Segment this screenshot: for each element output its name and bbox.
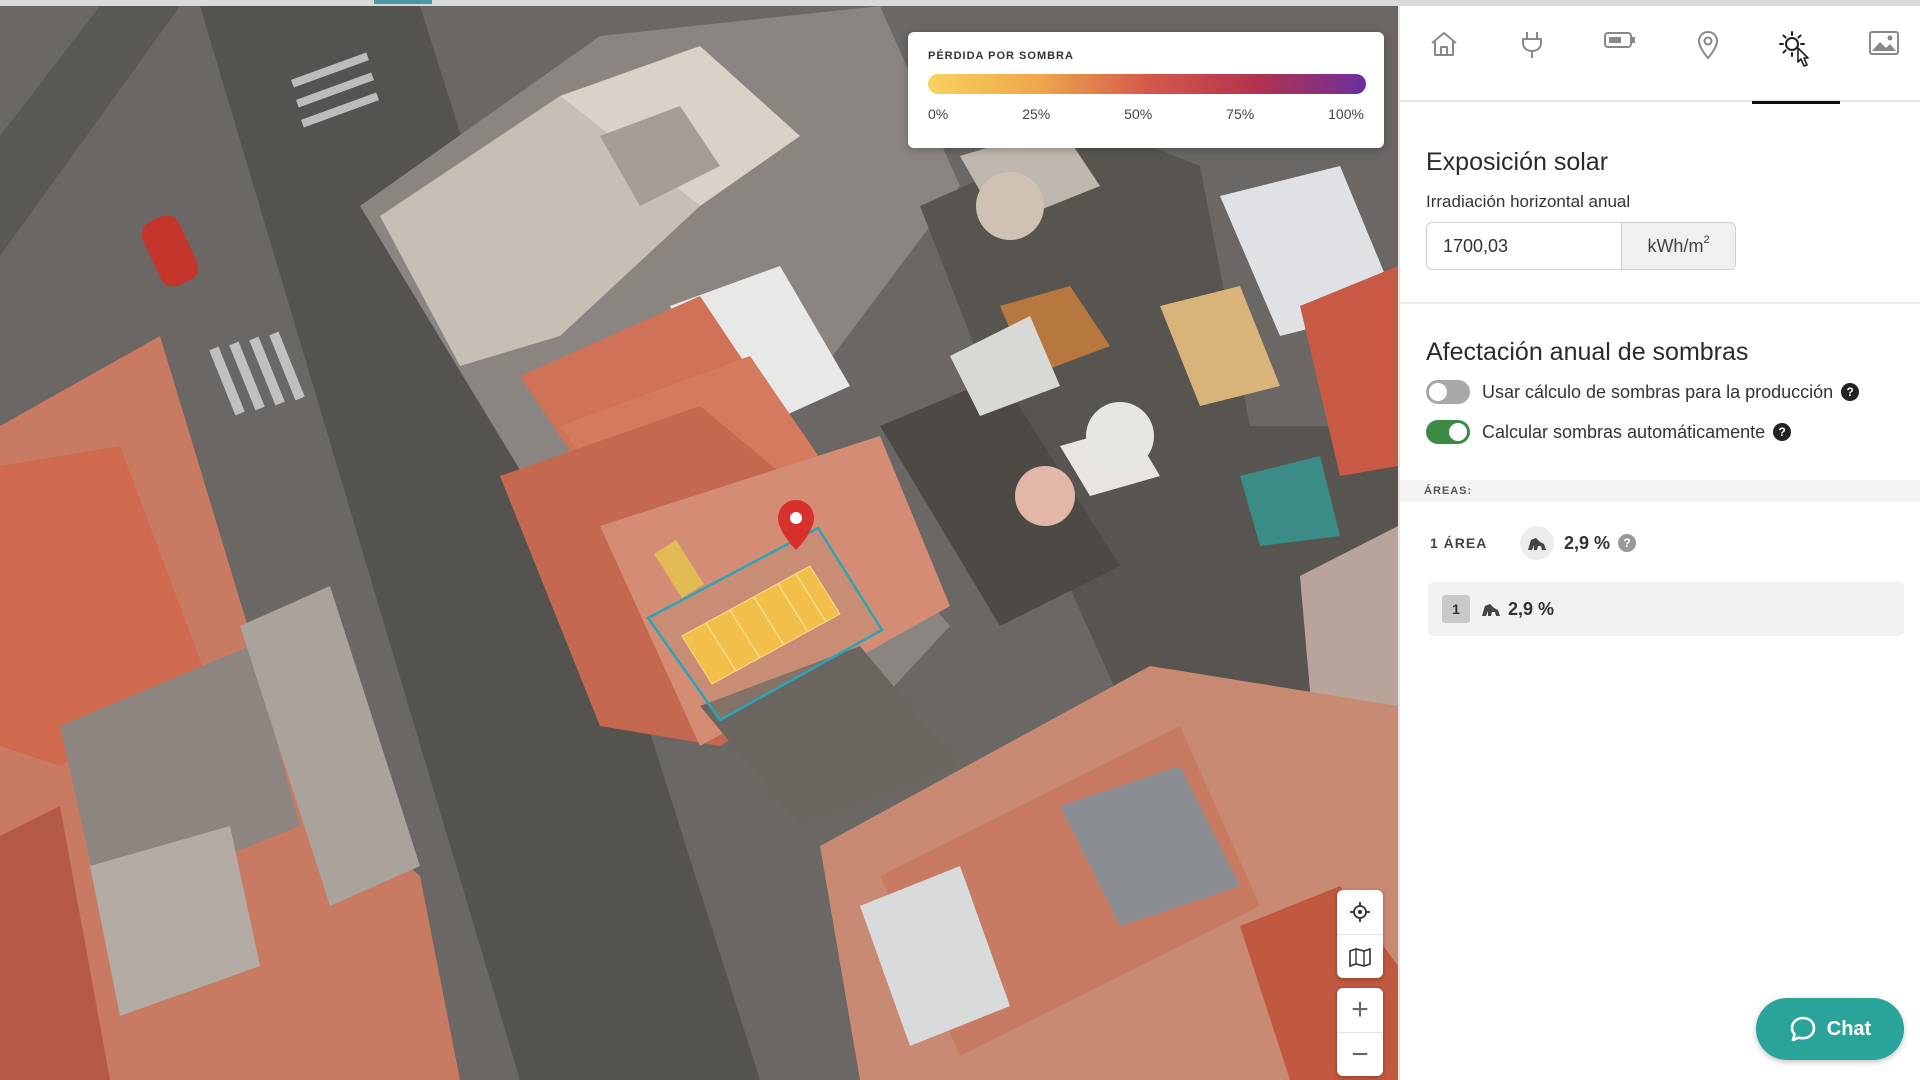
location-pin-icon — [1697, 30, 1719, 60]
shadow-icon — [1528, 538, 1546, 550]
areas-count: 1 ÁREA — [1430, 535, 1488, 551]
shadow-loss-legend: PÉRDIDA POR SOMBRA 0% 25% 50% 75% 100% — [908, 32, 1384, 148]
sun-icon — [1779, 31, 1809, 67]
image-icon — [1869, 31, 1899, 55]
top-progress-strip — [0, 0, 1920, 6]
areas-header: ÁREAS: — [1400, 480, 1920, 502]
chat-button[interactable]: Chat — [1756, 998, 1904, 1060]
map-view-controls — [1337, 890, 1383, 978]
areas-summary: 1 ÁREA 2,9 % ? — [1430, 526, 1637, 560]
tab-connection[interactable] — [1488, 30, 1576, 102]
zoom-in-button[interactable]: + — [1337, 988, 1383, 1032]
legend-tick: 75% — [1226, 106, 1255, 122]
area-list-item[interactable]: 1 2,9 % — [1428, 582, 1904, 636]
legend-gradient-bar — [928, 74, 1366, 94]
help-icon[interactable]: ? — [1841, 383, 1860, 401]
chat-label: Chat — [1826, 1017, 1872, 1040]
zoom-out-button[interactable]: − — [1337, 1032, 1383, 1076]
small-obstacle — [654, 540, 704, 598]
tab-images[interactable] — [1840, 30, 1920, 102]
irradiation-unit: kWh/m 2 — [1621, 223, 1735, 269]
settings-panel: Exposición solar Irradiación horizontal … — [1398, 6, 1920, 1080]
area-index-badge: 1 — [1442, 595, 1470, 623]
solar-exposure-title: Exposición solar — [1426, 148, 1609, 176]
top-progress-accent — [374, 0, 432, 4]
legend-title: PÉRDIDA POR SOMBRA — [928, 50, 1074, 62]
map-type-button[interactable] — [1337, 934, 1383, 978]
locate-button[interactable] — [1337, 890, 1383, 934]
chat-bubble-icon — [1790, 1016, 1816, 1042]
shadow-impact-title: Afectación anual de sombras — [1426, 338, 1749, 366]
section-divider — [1400, 302, 1920, 304]
battery-icon — [1604, 32, 1635, 48]
area-item-pct: 2,9 % — [1508, 598, 1555, 619]
use-shadow-calc-toggle[interactable] — [1426, 380, 1470, 404]
auto-calc-toggle[interactable] — [1426, 420, 1470, 444]
plug-icon — [1522, 32, 1542, 58]
irradiation-input[interactable]: 1700,03 — [1427, 223, 1621, 269]
map-icon — [1349, 947, 1371, 967]
use-shadow-calc-label: Usar cálculo de sombras para la producci… — [1482, 381, 1834, 402]
shade-icon — [1520, 526, 1554, 560]
hand-cursor-icon — [1797, 47, 1809, 67]
home-icon — [1431, 32, 1457, 56]
areas-summary-pct: 2,9 % — [1564, 532, 1611, 553]
help-icon[interactable]: ? — [1773, 423, 1792, 441]
use-shadow-calc-row: Usar cálculo de sombras para la producci… — [1426, 380, 1860, 404]
auto-calc-row: Calcular sombras automáticamente ? — [1426, 420, 1792, 444]
legend-tick: 0% — [928, 106, 949, 122]
legend-tick: 100% — [1328, 106, 1364, 122]
satellite-map[interactable]: PÉRDIDA POR SOMBRA 0% 25% 50% 75% 100% +… — [0, 6, 1398, 1080]
legend-ticks: 0% 25% 50% 75% 100% — [928, 106, 1364, 122]
tab-battery[interactable] — [1576, 30, 1664, 102]
tab-location[interactable] — [1664, 30, 1752, 102]
panel-tabs — [1400, 6, 1920, 104]
auto-calc-label: Calcular sombras automáticamente — [1482, 421, 1766, 442]
zoom-controls: + − — [1337, 988, 1383, 1076]
solar-area-overlay[interactable] — [0, 6, 1398, 1080]
tab-home[interactable] — [1400, 30, 1488, 102]
crosshair-icon — [1350, 902, 1370, 922]
irradiation-field[interactable]: 1700,03 kWh/m 2 — [1426, 222, 1736, 270]
legend-tick: 50% — [1124, 106, 1153, 122]
tab-solar[interactable] — [1752, 30, 1840, 104]
shadow-icon — [1482, 604, 1500, 616]
legend-tick: 25% — [1022, 106, 1051, 122]
help-icon[interactable]: ? — [1618, 534, 1637, 552]
irradiation-label: Irradiación horizontal anual — [1426, 192, 1631, 211]
